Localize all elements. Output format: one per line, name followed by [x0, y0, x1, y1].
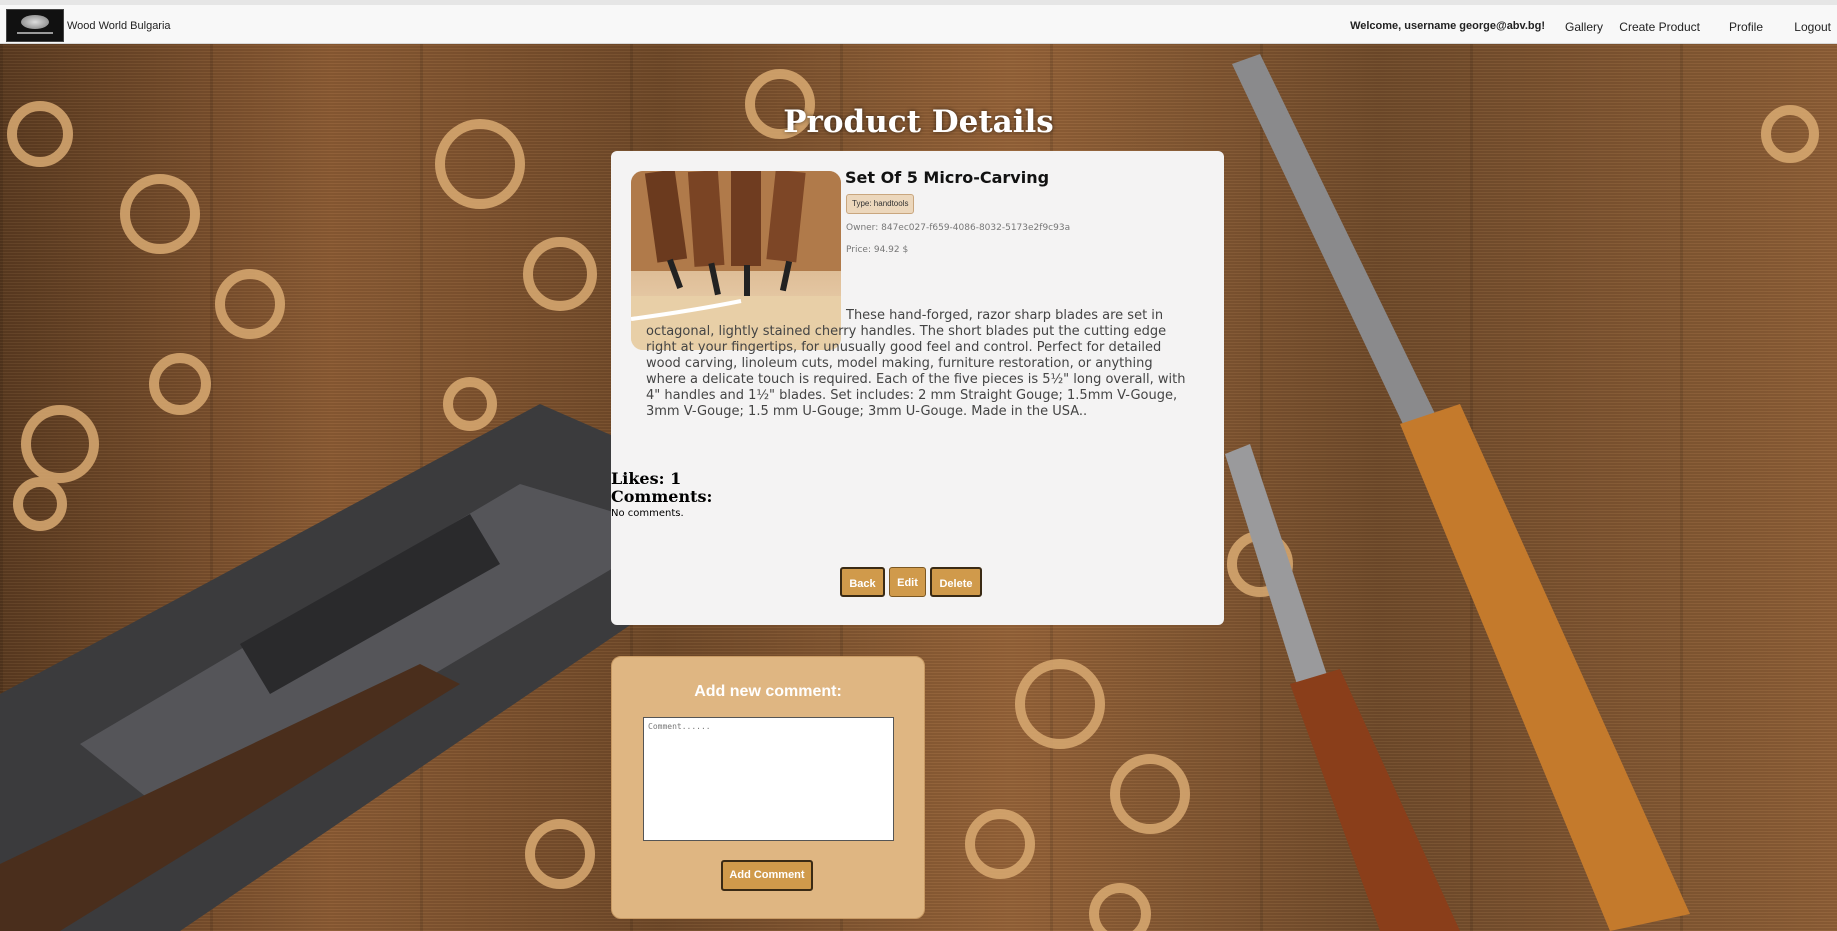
nav-link-gallery[interactable]: Gallery — [1565, 20, 1603, 34]
edit-button[interactable]: Edit — [889, 567, 926, 597]
logo-emblem-icon — [21, 15, 49, 29]
comments-heading: Comments: — [611, 487, 713, 506]
page-title: Product Details — [783, 104, 1054, 140]
comment-input[interactable] — [643, 717, 894, 841]
delete-button[interactable]: Delete — [930, 567, 982, 597]
site-logo[interactable] — [6, 9, 64, 42]
back-button[interactable]: Back — [840, 567, 885, 597]
nav-link-profile[interactable]: Profile — [1729, 20, 1763, 34]
no-comments-text: No comments. — [611, 508, 684, 519]
product-name: Set Of 5 Micro-Carving — [845, 168, 1050, 187]
logo-underline — [17, 32, 53, 34]
add-comment-title: Add new comment: — [694, 683, 842, 700]
brand-name[interactable]: Wood World Bulgaria — [67, 20, 171, 32]
product-details-card: Set Of 5 Micro-Carving Type: handtools O… — [611, 151, 1224, 625]
product-owner: Owner: 847ec027-f659-4086-8032-5173e2f9c… — [846, 223, 1071, 233]
top-navbar: Wood World Bulgaria Welcome, username ge… — [0, 0, 1837, 44]
likes-count: Likes: 1 — [611, 469, 682, 488]
nav-link-create-product[interactable]: Create Product — [1619, 20, 1700, 34]
add-comment-button[interactable]: Add Comment — [721, 860, 813, 891]
welcome-message: Welcome, username george@abv.bg! — [1350, 20, 1545, 32]
product-price: Price: 94.92 $ — [846, 245, 909, 255]
product-description: These hand-forged, razor sharp blades ar… — [646, 308, 1186, 419]
nav-link-logout[interactable]: Logout — [1794, 20, 1831, 34]
product-type-badge: Type: handtools — [846, 194, 915, 214]
add-comment-form: Add new comment: Add Comment — [611, 656, 925, 919]
